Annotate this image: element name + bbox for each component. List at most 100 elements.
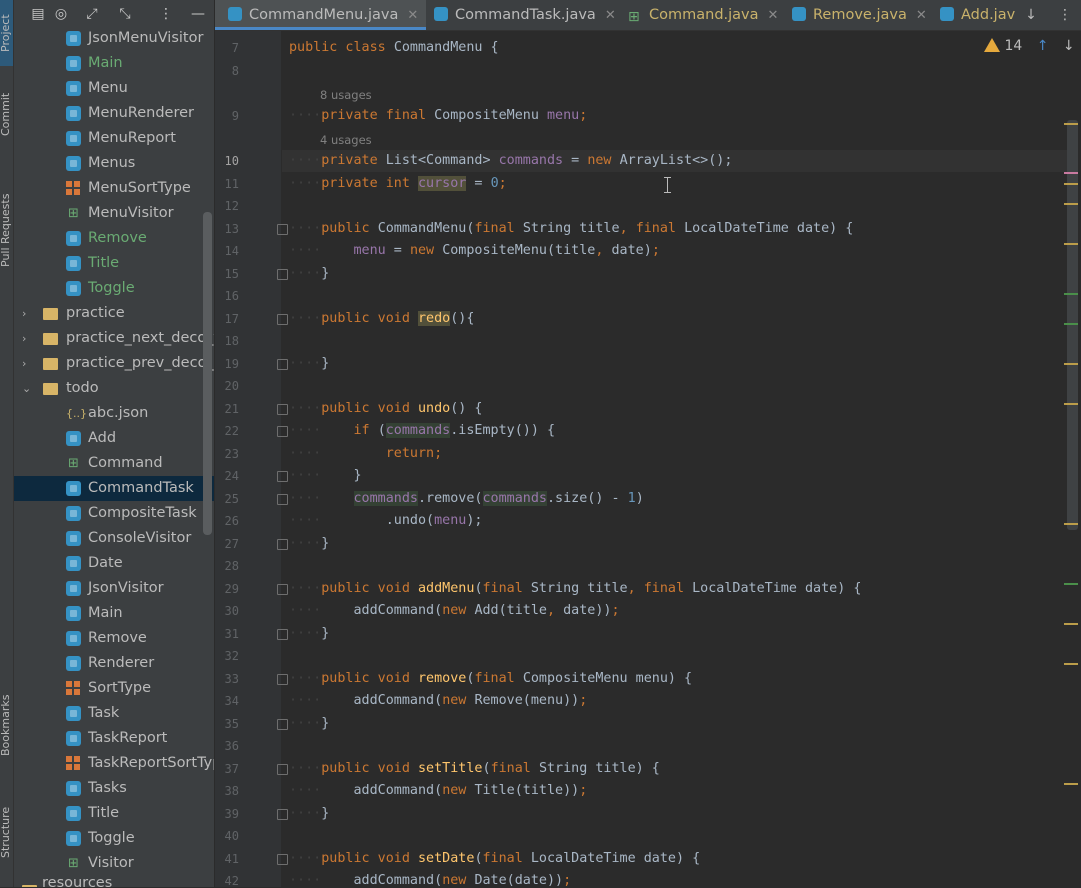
code-line[interactable]: ····private List<Command> commands = new…: [289, 153, 732, 168]
editor-scrollbar[interactable]: [1067, 120, 1078, 530]
options-icon[interactable]: ⋮: [156, 4, 176, 24]
tree-row[interactable]: Menus: [14, 151, 214, 176]
stripe-marker[interactable]: [1064, 663, 1078, 665]
tree-row[interactable]: TaskReportSortTyp: [14, 751, 214, 776]
code-line[interactable]: ····private final CompositeMenu menu;: [289, 108, 587, 123]
fold-icon[interactable]: [277, 674, 288, 685]
tree-row[interactable]: TaskReport: [14, 726, 214, 751]
stripe-marker[interactable]: [1064, 783, 1078, 785]
pull-requests-tool-tab[interactable]: Pull Requests: [0, 185, 13, 285]
fold-icon[interactable]: [277, 404, 288, 415]
previous-highlight-icon[interactable]: ↑: [1037, 38, 1049, 54]
tree-row[interactable]: CompositeTask: [14, 501, 214, 526]
tree-row[interactable]: ⊞ MenuVisitor: [14, 201, 214, 226]
sidebar-scrollbar[interactable]: [203, 212, 212, 535]
code-line[interactable]: ····}: [289, 266, 329, 281]
code-line[interactable]: ····public void addMenu(final String tit…: [289, 581, 861, 596]
tree-row[interactable]: › practice_next_deco_fo: [14, 326, 214, 351]
code-line[interactable]: ···· commands.remove(commands.size() - 1…: [289, 491, 644, 506]
stripe-marker[interactable]: [1064, 403, 1078, 405]
tree-row-partial[interactable]: resources: [14, 875, 214, 887]
fold-icon[interactable]: [277, 269, 288, 280]
stripe-marker[interactable]: [1064, 123, 1078, 125]
stripe-marker[interactable]: [1064, 183, 1078, 185]
stripe-marker[interactable]: [1064, 293, 1078, 295]
code-line[interactable]: ····private int cursor = 0;: [289, 176, 507, 191]
code-line[interactable]: ···· addCommand(new Remove(menu));: [289, 693, 587, 708]
code-line[interactable]: ···· addCommand(new Add(title, date));: [289, 603, 620, 618]
tree-row[interactable]: MenuRenderer: [14, 101, 214, 126]
tree-row[interactable]: Tasks: [14, 776, 214, 801]
tree-row[interactable]: Date: [14, 551, 214, 576]
tree-row[interactable]: Add: [14, 426, 214, 451]
structure-tool-tab[interactable]: Structure: [0, 800, 13, 880]
code-line[interactable]: ···· menu = new CompositeMenu(title, dat…: [289, 243, 660, 258]
tree-row[interactable]: Main: [14, 51, 214, 76]
editor-tab[interactable]: ⊞ Command.java ✕: [615, 0, 786, 30]
fold-icon[interactable]: [277, 719, 288, 730]
tree-row[interactable]: MenuSortType: [14, 176, 214, 201]
code-line[interactable]: ····}: [289, 536, 329, 551]
stripe-marker[interactable]: [1064, 583, 1078, 585]
next-highlight-icon[interactable]: ↓: [1063, 38, 1075, 54]
editor-tab[interactable]: Remove.java ✕: [779, 0, 935, 30]
code-line[interactable]: ····public CommandMenu(final String titl…: [289, 221, 853, 236]
commit-tool-tab[interactable]: Commit: [0, 92, 13, 154]
tree-row[interactable]: › practice_prev_deco_fo: [14, 351, 214, 376]
code-line[interactable]: ···· .undo(menu);: [289, 513, 483, 528]
code-line[interactable]: ····public void remove(final CompositeMe…: [289, 671, 692, 686]
tree-row[interactable]: CommandTask: [14, 476, 214, 501]
chevron-right-icon[interactable]: ›: [22, 326, 26, 351]
tree-row[interactable]: JsonVisitor: [14, 576, 214, 601]
tab-options-icon[interactable]: ⋮: [1055, 5, 1075, 25]
code-line[interactable]: ····}: [289, 806, 329, 821]
tree-row[interactable]: JsonMenuVisitor: [14, 26, 214, 51]
fold-icon[interactable]: [277, 629, 288, 640]
tree-row[interactable]: Title: [14, 251, 214, 276]
tree-row[interactable]: ConsoleVisitor: [14, 526, 214, 551]
inspection-widget[interactable]: 14 ↑ ↓: [984, 38, 1075, 54]
code-line[interactable]: ···· addCommand(new Date(date));: [289, 873, 571, 888]
chevron-down-icon[interactable]: ⌄: [22, 376, 31, 401]
editor-tab[interactable]: CommandTask.java ✕: [421, 0, 624, 30]
bookmarks-tool-tab[interactable]: Bookmarks: [0, 688, 13, 776]
tree-row[interactable]: Remove: [14, 226, 214, 251]
fold-icon[interactable]: [277, 494, 288, 505]
tree-row[interactable]: Toggle: [14, 276, 214, 301]
fold-icon[interactable]: [277, 809, 288, 820]
collapse-icon[interactable]: ▤: [28, 4, 48, 24]
code-line[interactable]: ···· return;: [289, 446, 442, 461]
code-line[interactable]: ····}: [289, 716, 329, 731]
fold-icon[interactable]: [277, 314, 288, 325]
close-tab-icon[interactable]: ✕: [407, 8, 418, 23]
tree-row[interactable]: Task: [14, 701, 214, 726]
fold-icon[interactable]: [277, 854, 288, 865]
stripe-marker[interactable]: [1064, 243, 1078, 245]
stripe-marker[interactable]: [1064, 523, 1078, 525]
tree-row[interactable]: › practice: [14, 301, 214, 326]
fold-icon[interactable]: [277, 426, 288, 437]
close-tab-icon[interactable]: ✕: [768, 8, 779, 23]
code-line[interactable]: ····}: [289, 626, 329, 641]
tree-row[interactable]: Renderer: [14, 651, 214, 676]
project-tool-tab[interactable]: Project: [0, 0, 13, 66]
code-line[interactable]: ····public void setTitle(final String ti…: [289, 761, 660, 776]
tree-row[interactable]: ⊞ Command: [14, 451, 214, 476]
code-line[interactable]: ···· addCommand(new Title(title));: [289, 783, 587, 798]
target-icon[interactable]: ◎: [51, 4, 71, 24]
tree-row[interactable]: SortType: [14, 676, 214, 701]
fold-icon[interactable]: [277, 539, 288, 550]
fold-icon[interactable]: [277, 224, 288, 235]
editor-tab[interactable]: Add.jav: [927, 0, 1023, 30]
chevron-right-icon[interactable]: ›: [22, 351, 26, 376]
tree-row[interactable]: Remove: [14, 626, 214, 651]
tab-list-icon[interactable]: ↓: [1021, 5, 1041, 25]
usages-hint[interactable]: 4 usages: [320, 133, 372, 147]
tree-row[interactable]: Menu: [14, 76, 214, 101]
code-line[interactable]: ····public void setDate(final LocalDateT…: [289, 851, 700, 866]
fold-icon[interactable]: [277, 584, 288, 595]
usages-hint[interactable]: 8 usages: [320, 88, 372, 102]
code-line[interactable]: ····public void undo() {: [289, 401, 483, 416]
tree-row[interactable]: Toggle: [14, 826, 214, 851]
fold-icon[interactable]: [277, 764, 288, 775]
